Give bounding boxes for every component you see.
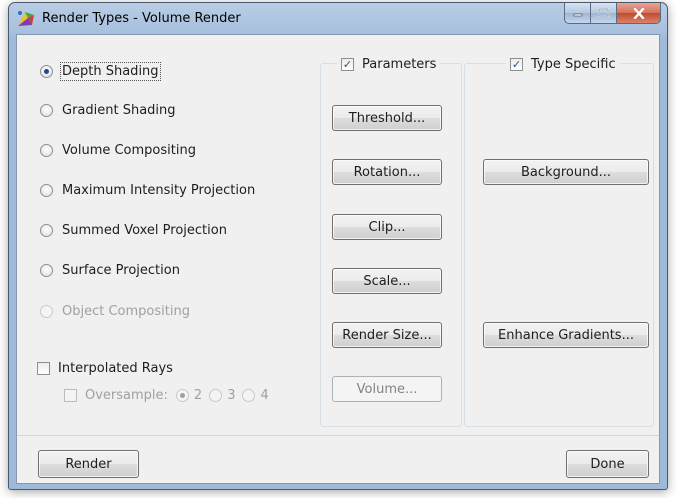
- minimize-button[interactable]: [564, 3, 591, 24]
- oversample-option-2: 2: [193, 387, 203, 403]
- checkbox-box[interactable]: ✓: [510, 57, 523, 71]
- radio-indicator: [40, 304, 53, 318]
- radio-indicator[interactable]: [40, 143, 53, 157]
- radio-label: Object Compositing: [62, 303, 190, 319]
- render-size-button[interactable]: Render Size...: [332, 322, 442, 348]
- threshold-button[interactable]: Threshold...: [332, 105, 442, 131]
- radio-summed-voxel-projection[interactable]: Summed Voxel Projection: [40, 221, 227, 239]
- radio-label: Maximum Intensity Projection: [62, 182, 256, 198]
- footer-separator: [17, 435, 659, 436]
- minimize-icon: [573, 13, 582, 17]
- radio-gradient-shading[interactable]: Gradient Shading: [40, 101, 176, 119]
- radio-volume-compositing[interactable]: Volume Compositing: [40, 141, 196, 159]
- oversample-option-3: 3: [227, 387, 236, 403]
- checkbox-label: Type Specific: [531, 56, 616, 72]
- oversample-row: Oversample: 2 3 4: [64, 386, 269, 404]
- checkbox-box[interactable]: ✓: [341, 57, 354, 71]
- checkbox-box[interactable]: [37, 361, 50, 375]
- radio-label: Depth Shading: [60, 61, 161, 81]
- oversample-radio-3: [209, 388, 223, 402]
- window-title: Render Types - Volume Render: [42, 11, 241, 26]
- radio-indicator[interactable]: [40, 64, 53, 78]
- radio-object-compositing: Object Compositing: [40, 302, 190, 320]
- scale-button[interactable]: Scale...: [332, 268, 442, 294]
- oversample-label: Oversample:: [85, 387, 168, 403]
- radio-maximum-intensity-projection[interactable]: Maximum Intensity Projection: [40, 181, 255, 199]
- oversample-radio-4: [242, 388, 256, 402]
- app-icon: [18, 11, 34, 26]
- close-icon: [633, 7, 644, 19]
- checkmark-icon: ✓: [342, 57, 353, 71]
- type-specific-checkbox[interactable]: ✓ Type Specific: [506, 55, 620, 73]
- rotation-button[interactable]: Rotation...: [332, 159, 442, 185]
- interpolated-rays-checkbox[interactable]: Interpolated Rays: [37, 359, 173, 377]
- enhance-gradients-button[interactable]: Enhance Gradients...: [483, 322, 649, 348]
- radio-indicator[interactable]: [40, 183, 53, 197]
- background-button[interactable]: Background...: [483, 159, 649, 185]
- oversample-checkbox: [64, 388, 77, 402]
- checkbox-label: Interpolated Rays: [58, 360, 173, 376]
- radio-surface-projection[interactable]: Surface Projection: [40, 261, 180, 279]
- checkbox-label: Parameters: [362, 56, 437, 72]
- oversample-option-4: 4: [260, 387, 269, 403]
- dialog-client: Depth Shading Gradient Shading Volume Co…: [16, 34, 660, 484]
- maximize-button[interactable]: [591, 3, 617, 24]
- radio-indicator[interactable]: [40, 103, 53, 117]
- radio-indicator[interactable]: [40, 223, 53, 237]
- radio-label: Surface Projection: [62, 262, 180, 278]
- radio-depth-shading[interactable]: Depth Shading: [40, 61, 161, 81]
- render-button[interactable]: Render: [38, 450, 139, 478]
- oversample-radio-2: [175, 388, 189, 402]
- radio-label: Summed Voxel Projection: [62, 222, 227, 238]
- maximize-icon: [598, 8, 609, 17]
- radio-indicator[interactable]: [40, 263, 53, 277]
- close-button[interactable]: [617, 3, 661, 24]
- radio-label: Volume Compositing: [62, 142, 196, 158]
- done-button[interactable]: Done: [566, 450, 649, 478]
- volume-button: Volume...: [332, 376, 442, 402]
- parameters-checkbox[interactable]: ✓ Parameters: [337, 55, 441, 73]
- radio-label: Gradient Shading: [62, 102, 176, 118]
- title-bar[interactable]: Render Types - Volume Render: [9, 3, 667, 33]
- clip-button[interactable]: Clip...: [332, 214, 442, 240]
- checkmark-icon: ✓: [511, 57, 522, 71]
- dialog-window: Render Types - Volume Render Depth Shadi…: [8, 2, 668, 490]
- caption-buttons: [564, 3, 661, 24]
- type-specific-group: [464, 63, 654, 427]
